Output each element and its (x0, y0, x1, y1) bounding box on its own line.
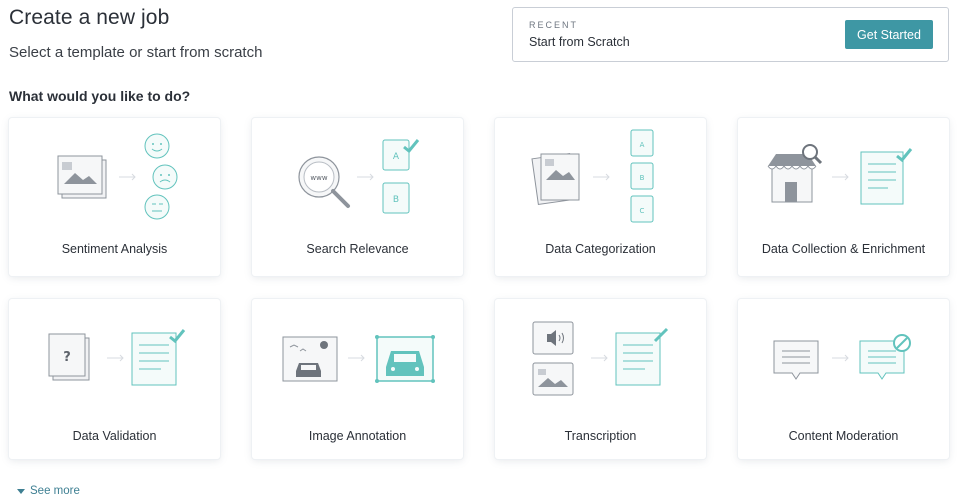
svg-text:?: ? (63, 350, 71, 365)
see-more-link[interactable]: See more (17, 485, 80, 497)
data-collection-illustration (767, 144, 913, 205)
template-card-transcription[interactable]: Transcription (495, 299, 706, 459)
recent-job-name: Start from Scratch (529, 35, 630, 49)
data-categorization-illustration: A B C (531, 129, 654, 223)
template-label: Data Collection & Enrichment (761, 242, 926, 256)
content-moderation-illustration (773, 334, 911, 380)
svg-text:B: B (640, 174, 645, 182)
template-card-content-moderation[interactable]: Content Moderation (738, 299, 949, 459)
svg-text:www: www (310, 174, 327, 182)
template-label: Sentiment Analysis (61, 242, 168, 256)
section-heading: What would you like to do? (9, 88, 191, 104)
template-label: Data Validation (72, 429, 157, 443)
template-card-search-relevance[interactable]: www A B Search Relevance (252, 118, 463, 276)
template-card-data-collection-enrichment[interactable]: Data Collection & Enrichment (738, 118, 949, 276)
svg-text:B: B (393, 195, 399, 205)
template-card-data-categorization[interactable]: A B C Data Categorization (495, 118, 706, 276)
svg-text:A: A (393, 152, 400, 162)
svg-text:C: C (640, 207, 645, 215)
svg-text:A: A (640, 141, 645, 149)
template-label: Image Annotation (308, 429, 407, 443)
data-validation-illustration: ? (48, 329, 186, 386)
template-label: Search Relevance (306, 242, 409, 256)
page-title: Create a new job (9, 6, 170, 29)
template-label: Transcription (564, 429, 637, 443)
page-subtitle: Select a template or start from scratch (9, 44, 263, 61)
search-relevance-illustration: www A B (298, 139, 420, 214)
get-started-button[interactable]: Get Started (845, 20, 933, 49)
template-card-sentiment-analysis[interactable]: Sentiment Analysis (9, 118, 220, 276)
template-label: Content Moderation (788, 429, 899, 443)
template-card-data-validation[interactable]: ? Data Validation (9, 299, 220, 459)
template-label: Data Categorization (545, 242, 656, 256)
sentiment-analysis-illustration (57, 133, 178, 220)
recent-job-card: RECENT Start from Scratch Get Started (512, 7, 949, 62)
recent-label: RECENT (529, 20, 579, 30)
transcription-illustration (532, 321, 669, 396)
see-more-label: See more (30, 485, 80, 497)
caret-down-icon (17, 488, 25, 494)
image-annotation-illustration (282, 335, 435, 383)
template-card-image-annotation[interactable]: Image Annotation (252, 299, 463, 459)
